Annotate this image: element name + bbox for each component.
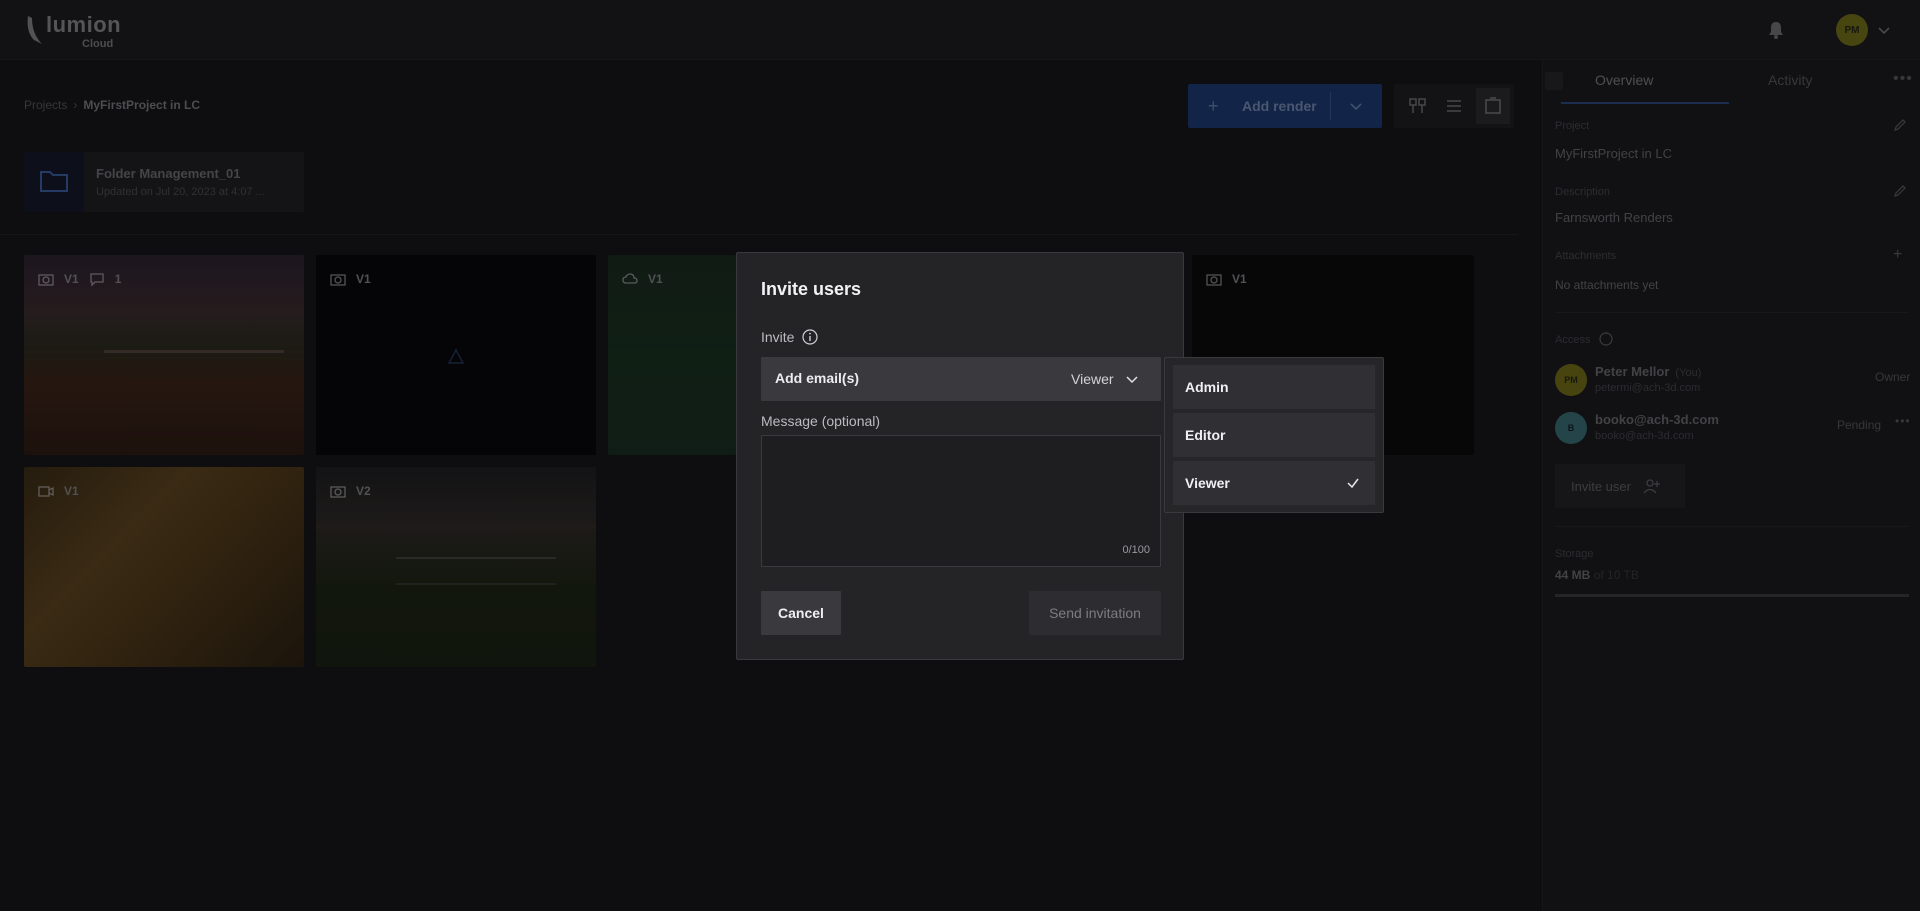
role-option-editor[interactable]: Editor xyxy=(1173,413,1375,457)
invite-label-row: Invite xyxy=(761,329,819,345)
send-invitation-button[interactable]: Send invitation xyxy=(1029,591,1161,635)
role-option-label: Admin xyxy=(1185,379,1229,395)
role-select[interactable]: Viewer xyxy=(1071,357,1161,401)
role-dropdown: Admin Editor Viewer xyxy=(1164,357,1384,513)
message-textarea[interactable]: 0/100 xyxy=(761,435,1161,567)
role-option-label: Editor xyxy=(1185,427,1226,443)
dialog-title: Invite users xyxy=(761,279,862,299)
invite-label: Invite xyxy=(761,329,795,345)
message-label: Message (optional) xyxy=(761,413,881,429)
cancel-button[interactable]: Cancel xyxy=(761,591,841,635)
role-option-viewer[interactable]: Viewer xyxy=(1173,461,1375,505)
email-input[interactable]: Add email(s) Viewer xyxy=(761,357,1161,401)
email-placeholder: Add email(s) xyxy=(775,370,860,386)
role-select-value: Viewer xyxy=(1071,371,1114,387)
character-counter: 0/100 xyxy=(1122,544,1150,556)
role-option-label: Viewer xyxy=(1185,475,1230,491)
info-icon[interactable] xyxy=(802,329,819,345)
role-option-admin[interactable]: Admin xyxy=(1173,365,1375,409)
chevron-down-icon xyxy=(1126,376,1138,384)
invite-users-dialog: Invite users Invite Add email(s) Viewer … xyxy=(736,252,1184,660)
checkmark-icon xyxy=(1347,478,1359,489)
